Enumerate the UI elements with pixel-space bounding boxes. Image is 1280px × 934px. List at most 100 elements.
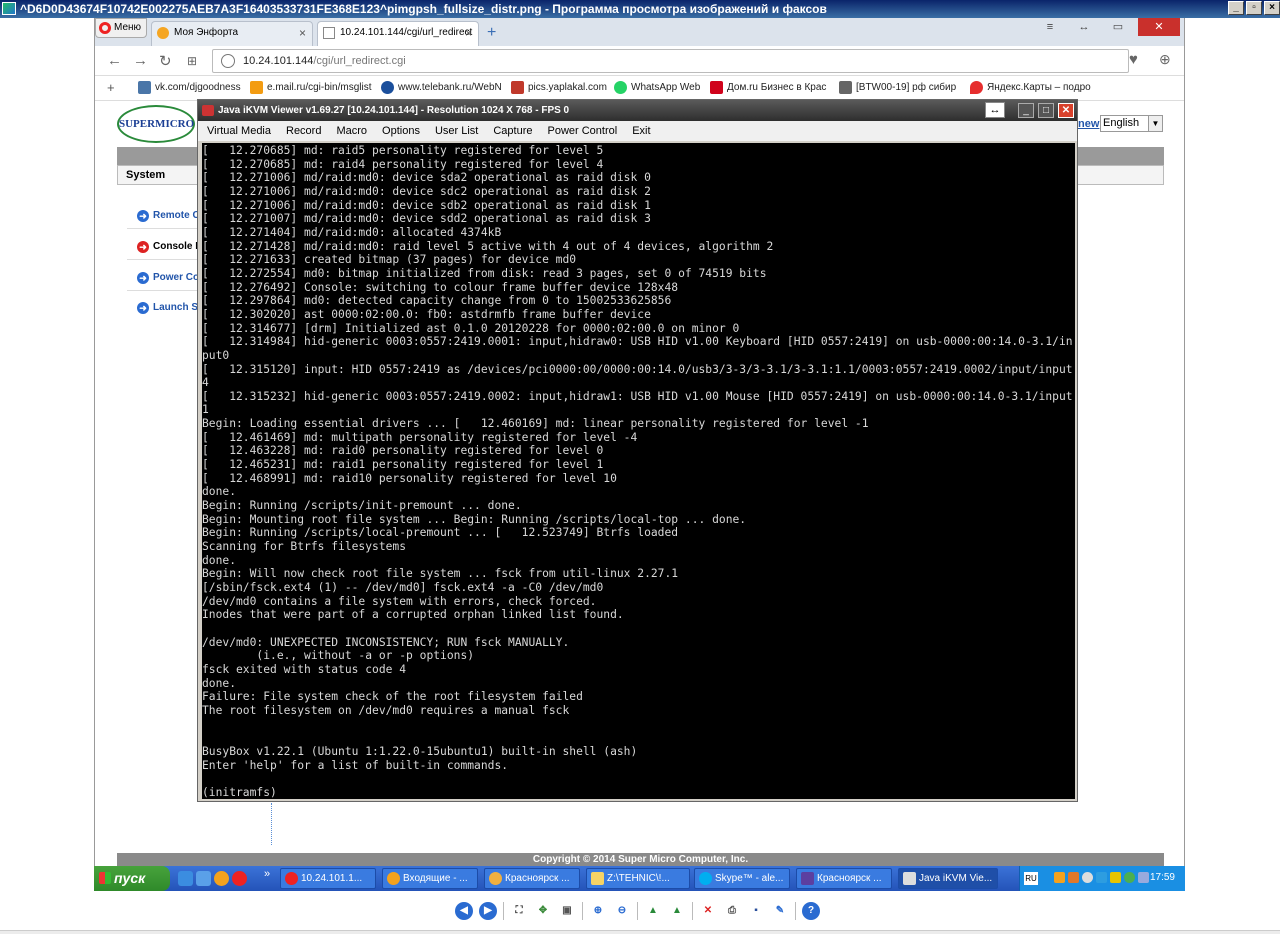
tab-moya-enforta[interactable]: Моя Энфорта × bbox=[151, 21, 313, 46]
minimize-icon[interactable]: _ bbox=[1228, 1, 1244, 15]
tray-skype-icon[interactable] bbox=[1096, 872, 1107, 883]
chrome-icon bbox=[489, 872, 502, 885]
chevron-down-icon: ▼ bbox=[1148, 116, 1162, 131]
remote-control-link[interactable]: ➜ Remote C bbox=[137, 210, 200, 222]
tray-app-icon[interactable] bbox=[1054, 872, 1065, 883]
bookmark-telebank[interactable]: www.telebank.ru/WebN bbox=[381, 81, 502, 94]
save-icon[interactable]: ▪ bbox=[747, 902, 765, 920]
menu-macro[interactable]: Macro bbox=[336, 121, 367, 141]
language-indicator[interactable]: RU bbox=[1024, 872, 1038, 885]
tray-update-icon[interactable] bbox=[1124, 872, 1135, 883]
ikvm-maximize-icon[interactable]: □ bbox=[1038, 103, 1054, 118]
back-icon[interactable]: ← bbox=[107, 52, 122, 69]
bookmark-mail[interactable]: e.mail.ru/cgi-bin/msglist bbox=[250, 81, 371, 94]
browser-toolbar: ← → ↻ ⊞ 10.24.101.144/cgi/url_redirect.c… bbox=[95, 46, 1184, 76]
power-control-link[interactable]: ➜ Power Co bbox=[137, 272, 200, 284]
resize-arrows-icon[interactable]: ↔ bbox=[985, 102, 1005, 118]
task-java-ikvm[interactable]: Java iKVM Vie... bbox=[898, 868, 998, 889]
menu-capture[interactable]: Capture bbox=[493, 121, 532, 141]
add-bookmark-icon[interactable]: + bbox=[107, 80, 115, 95]
bookmark-vk[interactable]: vk.com/djgoodness bbox=[138, 81, 241, 94]
ikvm-minimize-icon[interactable]: _ bbox=[1018, 103, 1034, 118]
address-bar[interactable]: 10.24.101.144/cgi/url_redirect.cgi bbox=[212, 49, 1129, 73]
task-inbox[interactable]: Входящие - ... bbox=[382, 868, 478, 889]
opera-icon[interactable] bbox=[232, 871, 247, 886]
opera-menu-button[interactable]: Меню bbox=[95, 18, 147, 38]
best-fit-icon[interactable]: ⛶ bbox=[510, 902, 528, 920]
tray-volume-icon[interactable] bbox=[1138, 872, 1149, 883]
ie-icon[interactable] bbox=[178, 871, 193, 886]
rotate-clockwise-icon[interactable]: ▲ bbox=[644, 902, 662, 920]
new-tab-button[interactable]: + bbox=[487, 24, 496, 42]
bookmark-btw[interactable]: [BTW00-19] рф сибир bbox=[839, 81, 956, 94]
start-button[interactable]: пуск bbox=[94, 866, 170, 891]
ikvm-title-bar[interactable]: Java iKVM Viewer v1.69.27 [10.24.101.144… bbox=[198, 100, 1077, 121]
resize-arrows-icon[interactable]: ↔ bbox=[1070, 18, 1098, 36]
menu-record[interactable]: Record bbox=[286, 121, 321, 141]
previous-image-icon[interactable]: ◀ bbox=[455, 902, 473, 920]
rotate-counterclockwise-icon[interactable]: ▲ bbox=[668, 902, 686, 920]
task-krasnoyarsk-1[interactable]: Красноярск ... bbox=[484, 868, 580, 889]
link-label: Power Co bbox=[153, 272, 200, 283]
forward-icon[interactable]: → bbox=[133, 52, 148, 69]
tab-close-icon[interactable]: × bbox=[299, 22, 306, 44]
restore-icon[interactable]: ▫ bbox=[1246, 1, 1262, 15]
delete-icon[interactable]: ✕ bbox=[699, 902, 717, 920]
task-explorer[interactable]: Z:\TEHNIC\!... bbox=[586, 868, 690, 889]
ikvm-close-icon[interactable]: ✕ bbox=[1058, 103, 1074, 118]
task-skype[interactable]: Skype™ - ale... bbox=[694, 868, 790, 889]
slideshow-icon[interactable]: ▣ bbox=[558, 902, 576, 920]
zoom-in-icon[interactable]: ⊕ bbox=[589, 902, 607, 920]
help-icon[interactable]: ? bbox=[802, 902, 820, 920]
tray-security-icon[interactable] bbox=[1110, 872, 1121, 883]
print-icon[interactable]: ⎙ bbox=[723, 902, 741, 920]
quicklaunch-more-icon[interactable]: » bbox=[264, 868, 270, 880]
map-pin-icon bbox=[970, 81, 983, 94]
download-icon[interactable]: ⊕ bbox=[1159, 51, 1171, 68]
tab-close-icon[interactable]: × bbox=[465, 22, 472, 44]
link-label: Remote C bbox=[153, 210, 200, 221]
launch-sol-link[interactable]: ➜ Launch S bbox=[137, 302, 198, 314]
bookmark-label: vk.com/djgoodness bbox=[155, 82, 241, 93]
show-desktop-icon[interactable] bbox=[196, 871, 211, 886]
task-krasnoyarsk-2[interactable]: Красноярск ... bbox=[796, 868, 892, 889]
bookmark-whatsapp[interactable]: WhatsApp Web bbox=[614, 81, 700, 94]
supermicro-logo: SUPERMICRO bbox=[117, 105, 195, 143]
tab-menu-icon[interactable]: ≡ bbox=[1036, 18, 1064, 36]
firefox-icon[interactable] bbox=[214, 871, 229, 886]
zoom-out-icon[interactable]: ⊖ bbox=[613, 902, 631, 920]
heart-icon[interactable]: ♥ bbox=[1129, 51, 1138, 68]
tray-network-icon[interactable] bbox=[1082, 872, 1093, 883]
divider bbox=[127, 228, 207, 229]
bookmark-domru[interactable]: Дом.ru Бизнес в Крас bbox=[710, 81, 826, 94]
bookmark-yaplakal[interactable]: pics.yaplakal.com bbox=[511, 81, 607, 94]
menu-virtual-media[interactable]: Virtual Media bbox=[207, 121, 271, 141]
menu-options[interactable]: Options bbox=[382, 121, 420, 141]
vk-icon bbox=[138, 81, 151, 94]
skype-icon bbox=[699, 872, 712, 885]
edit-icon[interactable]: ✎ bbox=[771, 902, 789, 920]
speed-dial-icon[interactable]: ⊞ bbox=[187, 54, 197, 68]
windows-taskbar: пуск » 10.24.101.1... Входящие - ... Кра… bbox=[94, 866, 1185, 891]
actual-size-icon[interactable]: ✥ bbox=[534, 902, 552, 920]
language-value: English bbox=[1103, 117, 1140, 129]
remote-console-screen[interactable]: [ 12.270685] md: raid5 personality regis… bbox=[202, 143, 1075, 799]
close-icon[interactable]: × bbox=[1264, 1, 1280, 15]
next-image-icon[interactable]: ▶ bbox=[479, 902, 497, 920]
menu-power-control[interactable]: Power Control bbox=[548, 121, 618, 141]
console-redirection-link[interactable]: ➜ Console R bbox=[137, 241, 202, 253]
task-label: Java iKVM Vie... bbox=[919, 873, 993, 884]
browser-close-icon[interactable]: ✕ bbox=[1138, 18, 1180, 36]
reload-icon[interactable]: ↻ bbox=[159, 52, 172, 70]
menu-user-list[interactable]: User List bbox=[435, 121, 478, 141]
language-link[interactable]: new bbox=[1078, 118, 1099, 130]
language-select[interactable]: English ▼ bbox=[1100, 115, 1163, 132]
browser-restore-icon[interactable]: ▭ bbox=[1104, 18, 1132, 36]
tray-firefox-icon[interactable] bbox=[1068, 872, 1079, 883]
tab-url-redirect[interactable]: 10.24.101.144/cgi/url_redirect × bbox=[317, 21, 479, 46]
bookmark-yandex-maps[interactable]: Яндекс.Карты – подро bbox=[970, 81, 1091, 94]
task-opera[interactable]: 10.24.101.1... bbox=[280, 868, 376, 889]
viewer-title-bar: ^D6D0D43674F10742E002275AEB7A3F164035337… bbox=[0, 0, 1280, 18]
mail-icon bbox=[250, 81, 263, 94]
menu-exit[interactable]: Exit bbox=[632, 121, 650, 141]
